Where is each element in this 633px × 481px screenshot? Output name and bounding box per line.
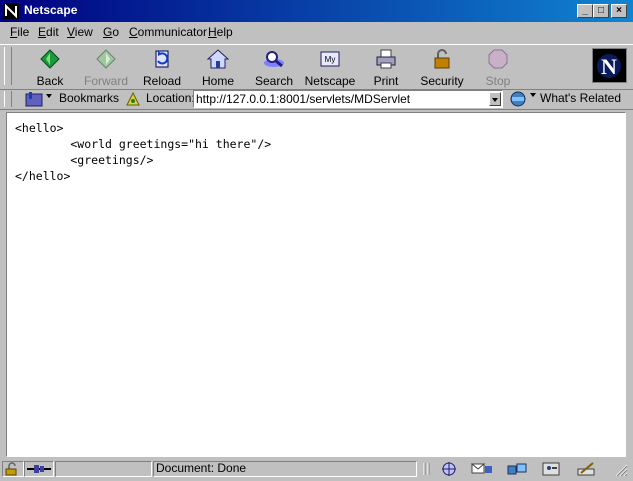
menu-view[interactable]: View [67,25,93,39]
home-label: Home [201,74,234,88]
netscape-n-icon: N [593,49,626,82]
forward-button[interactable]: Forward [78,45,134,89]
back-label: Back [36,74,64,88]
composer-icon[interactable] [575,461,597,477]
forward-label: Forward [83,74,128,88]
newsgroups-icon[interactable] [505,461,529,477]
location-toolbar-grip[interactable] [4,91,12,107]
stop-icon [488,49,508,69]
menu-edit[interactable]: Edit [38,25,59,39]
status-bar: Document: Done [0,459,633,480]
stop-button[interactable]: Stop [470,45,526,89]
xml-line: <world greetings="hi there"/> [15,137,272,151]
unlocked-padlock-icon [5,462,17,476]
svg-text:My: My [325,55,336,64]
maximize-button[interactable]: □ [593,4,609,18]
toolbar-grip[interactable] [4,47,12,85]
print-label: Print [373,74,399,88]
location-toolbar: Bookmarks Location: http://127.0.0.1:800… [0,89,633,110]
mail-icon[interactable] [470,461,494,477]
location-url-field[interactable]: http://127.0.0.1:8001/servlets/MDServlet [193,90,503,108]
chevron-down-icon [492,98,498,102]
menu-go[interactable]: Go [103,25,119,39]
xml-line: <hello> [15,121,64,135]
search-button[interactable]: Search [246,45,302,89]
printer-icon [376,49,396,69]
window-title: Netscape [24,3,78,17]
search-label: Search [254,74,294,88]
reload-icon [155,50,169,68]
menu-file[interactable]: File [10,25,29,39]
xml-document: <hello> <world greetings="hi there"/> <g… [15,120,271,184]
bookmarks-icon[interactable] [24,91,52,107]
menu-help[interactable]: Help [208,25,233,39]
close-button[interactable]: × [611,4,627,18]
netscape-label: Netscape [304,74,356,88]
reload-label: Reload [142,74,182,88]
back-arrow-icon [40,49,60,69]
netscape-logo[interactable]: N [592,48,627,83]
location-label: Location: [146,91,195,105]
status-message: Document: Done [156,461,247,475]
search-icon [264,51,284,68]
navigation-toolbar: Back Forward Reload Home Search My Netsc… [0,44,633,90]
minimize-button[interactable]: _ [577,4,593,18]
bookmarks-label[interactable]: Bookmarks [59,91,119,105]
print-button[interactable]: Print [358,45,414,89]
back-button[interactable]: Back [22,45,78,89]
title-bar: Netscape _ □ × [0,0,633,22]
component-bar-grip[interactable] [422,462,432,476]
padlock-icon [434,49,450,69]
whats-related-icon[interactable] [508,90,538,108]
location-url-text: http://127.0.0.1:8001/servlets/MDServlet [196,92,411,106]
resize-grip-icon[interactable] [614,463,628,477]
stop-label: Stop [485,74,511,88]
my-netscape-button[interactable]: My Netscape [302,45,358,89]
page-proxy-icon[interactable] [125,91,141,107]
progress-cell [55,461,152,477]
security-label: Security [420,74,464,88]
svg-text:N: N [601,54,617,79]
home-icon [206,49,230,69]
xml-line: </hello> [15,169,71,183]
connection-plug-icon [27,465,51,473]
home-button[interactable]: Home [190,45,246,89]
page-content-area[interactable]: <hello> <world greetings="hi there"/> <g… [6,112,626,457]
my-netscape-icon: My [320,51,340,67]
security-button[interactable]: Security [414,45,470,89]
xml-line: <greetings/> [15,153,154,167]
address-book-icon[interactable] [540,461,562,477]
whats-related-label[interactable]: What's Related [540,91,621,105]
navigator-icon[interactable] [438,461,460,477]
reload-button[interactable]: Reload [134,45,190,89]
forward-arrow-icon [96,49,116,69]
security-status-cell[interactable] [2,461,24,477]
menu-communicator[interactable]: Communicator [129,25,207,39]
menu-bar: File Edit View Go Communicator Help [0,22,633,42]
online-status-cell[interactable] [24,461,54,477]
url-history-dropdown[interactable] [489,92,501,106]
netscape-app-icon[interactable] [3,3,19,19]
